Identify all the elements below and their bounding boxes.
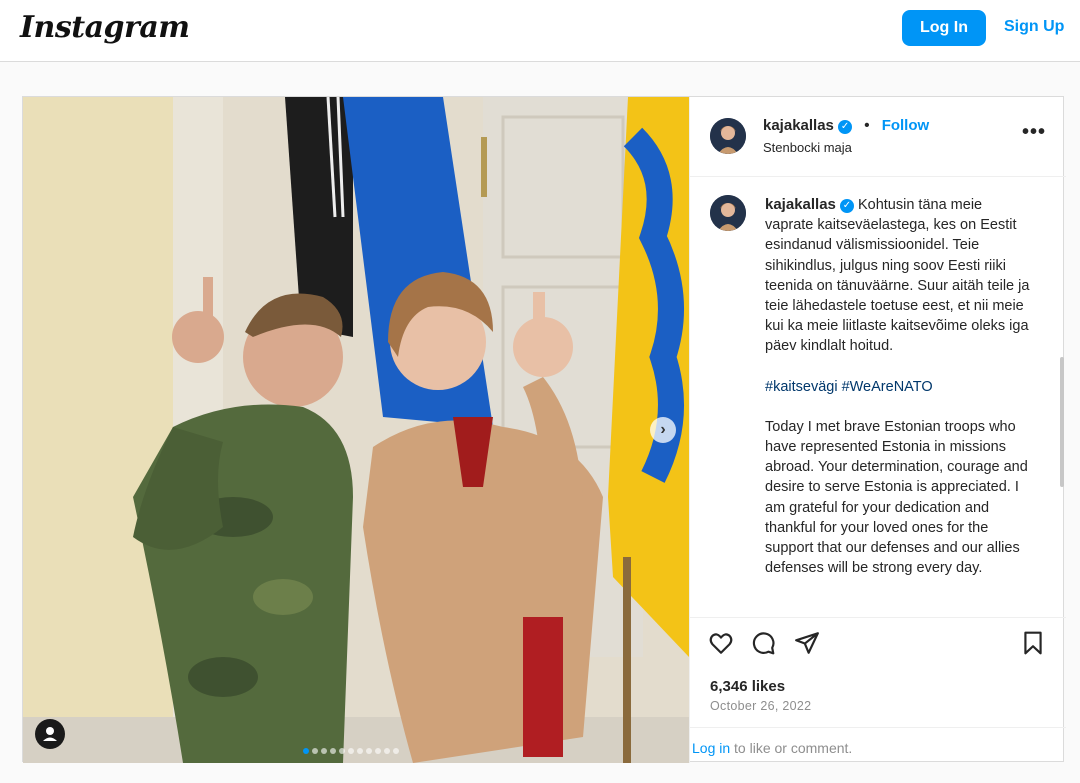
header-name-row: kajakallas ✓ • Follow xyxy=(763,117,929,134)
follow-button[interactable]: Follow xyxy=(882,117,930,134)
separator-dot: • xyxy=(864,117,870,134)
carousel-dot xyxy=(393,748,399,754)
more-icon[interactable]: ••• xyxy=(1022,121,1046,144)
post-date[interactable]: October 26, 2022 xyxy=(710,699,811,713)
post-image[interactable]: › xyxy=(23,97,689,763)
photo-illustration xyxy=(23,97,689,763)
heart-icon[interactable] xyxy=(708,630,734,656)
post-header: kajakallas ✓ • Follow Stenbocki maja ••• xyxy=(690,97,1066,177)
location-link[interactable]: Stenbocki maja xyxy=(763,140,852,155)
carousel-dot xyxy=(312,748,318,754)
login-prompt: Log in to like or comment. xyxy=(690,727,1066,763)
login-prompt-text: Log in to like or comment. xyxy=(692,740,852,756)
carousel-dot xyxy=(321,748,327,754)
caption-estonian: Kohtusin täna meie vaprate kaitseväelast… xyxy=(765,197,1030,355)
carousel-dot xyxy=(348,748,354,754)
carousel-dot xyxy=(330,748,336,754)
carousel-dot xyxy=(375,748,381,754)
action-bar xyxy=(690,617,1066,663)
next-image-button[interactable]: › xyxy=(650,417,676,443)
likes-count[interactable]: 6,346 likes xyxy=(710,678,785,695)
carousel-dot xyxy=(357,748,363,754)
carousel-dot xyxy=(366,748,372,754)
avatar[interactable] xyxy=(710,195,746,231)
username-link[interactable]: kajakallas xyxy=(763,117,834,134)
carousel-dot xyxy=(384,748,390,754)
caption-hashtags[interactable]: #kaitsevägi #WeAreNATO xyxy=(765,377,1033,397)
verified-icon: ✓ xyxy=(839,199,854,213)
carousel-dot xyxy=(303,748,309,754)
instagram-logo[interactable]: Instagram xyxy=(20,10,190,45)
chevron-right-icon: › xyxy=(660,421,666,438)
login-button[interactable]: Log In xyxy=(902,10,986,46)
carousel-indicator xyxy=(303,741,402,754)
verified-icon: ✓ xyxy=(838,120,853,134)
user-tag-icon xyxy=(43,727,57,741)
caption-english: Today I met brave Estonian troops who ha… xyxy=(765,418,1028,577)
comment-icon[interactable] xyxy=(750,630,776,656)
caption-scrollbar[interactable] xyxy=(1060,357,1064,487)
user-tag-button[interactable] xyxy=(35,719,65,749)
top-bar: Instagram Log In Sign Up xyxy=(0,0,1080,62)
post-sidebar: kajakallas ✓ • Follow Stenbocki maja •••… xyxy=(689,97,1066,763)
bookmark-icon[interactable] xyxy=(1020,630,1046,656)
carousel-dot xyxy=(339,748,345,754)
share-icon[interactable] xyxy=(794,630,820,656)
signup-link[interactable]: Sign Up xyxy=(1004,18,1064,36)
post-card: › kajakallas ✓ • Follow Stenbocki maja •… xyxy=(22,96,1066,763)
footer-login-link[interactable]: Log in xyxy=(692,740,730,756)
caption-area: kajakallas ✓ Kohtusin täna meie vaprate … xyxy=(690,177,1066,617)
avatar[interactable] xyxy=(710,118,746,154)
footer-login-rest: to like or comment. xyxy=(730,740,853,756)
caption-username[interactable]: kajakallas xyxy=(765,196,836,213)
caption-text: kajakallas ✓ Kohtusin täna meie vaprate … xyxy=(765,195,1033,598)
